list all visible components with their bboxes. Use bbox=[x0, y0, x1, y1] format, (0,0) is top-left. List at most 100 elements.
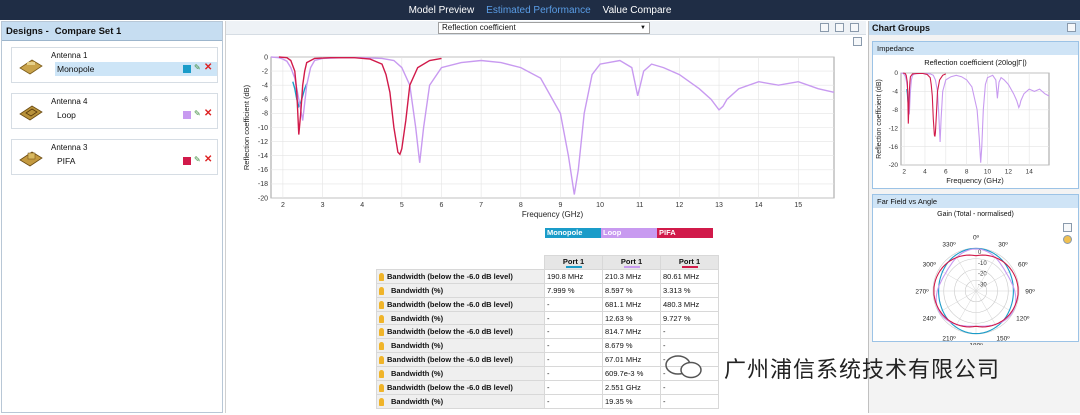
polar-gain-chart: 0-10-20-300º30º60º90º120º150º180º210º240… bbox=[915, 235, 1035, 346]
x-tick-label: 14 bbox=[755, 202, 763, 209]
lightbulb-icon[interactable] bbox=[379, 300, 384, 309]
lightbulb-icon[interactable] bbox=[379, 286, 384, 295]
lightbulb-icon[interactable] bbox=[379, 397, 384, 406]
x-tick-label: 10 bbox=[596, 202, 604, 209]
lightbulb-icon[interactable] bbox=[379, 328, 384, 337]
y-tick-label: -20 bbox=[889, 162, 899, 169]
design-name-row[interactable]: PIFA ✎ ✕ bbox=[55, 154, 217, 168]
row-label-text: Bandwidth (%) bbox=[391, 341, 444, 351]
reflection-coefficient-chart[interactable]: 2 3 4 5 6 7 8 9 10 11 12 13 14 15 0 -2 -4 -6 -8 -10 -12 -14 -1… bbox=[226, 51, 866, 251]
row-label: Bandwidth (below the -6.0 dB level) bbox=[376, 296, 545, 312]
antenna-label: Antenna 1 bbox=[51, 51, 88, 60]
polar-spoke bbox=[954, 253, 977, 292]
view-tabs: Model Preview Estimated Performance Valu… bbox=[0, 0, 1080, 20]
table-cell: - bbox=[544, 380, 603, 395]
row-label-text: Bandwidth (below the -6.0 dB level) bbox=[387, 382, 513, 392]
lightbulb-icon[interactable] bbox=[379, 370, 384, 379]
quantity-dropdown-value: Reflection coefficient bbox=[442, 23, 516, 32]
table-cell: - bbox=[544, 310, 603, 326]
lightbulb-icon[interactable] bbox=[379, 314, 384, 323]
table-cell: - bbox=[660, 380, 719, 395]
mini-reflection-chart: 2 4 6 8 10 12 14 0 -4 -8 -12 -16 -20 Frequency (GHz) R… bbox=[876, 70, 1050, 185]
edit-pencil-icon[interactable]: ✎ bbox=[194, 155, 201, 164]
color-swatch[interactable] bbox=[183, 157, 191, 165]
y-tick-label: -14 bbox=[258, 153, 268, 160]
x-tick-label: 11 bbox=[636, 202, 643, 209]
column-header: Port 1 bbox=[602, 255, 661, 270]
chart-group-impedance[interactable]: Impedance Reflection coefficient (20log|… bbox=[872, 41, 1079, 189]
y-tick-label: -2 bbox=[262, 68, 268, 75]
watermark-text: 广州浦信系统技术有限公司 bbox=[724, 357, 1001, 382]
table-row: Bandwidth (%) -19.35 % - bbox=[376, 393, 719, 409]
design-card-pifa[interactable]: Antenna 3 PIFA ✎ ✕ bbox=[11, 139, 218, 175]
antenna-thumbnail-icon bbox=[19, 105, 43, 121]
lightbulb-icon[interactable] bbox=[379, 383, 384, 392]
color-swatch[interactable] bbox=[183, 65, 191, 73]
lightbulb-icon[interactable] bbox=[379, 356, 384, 365]
series-underline bbox=[565, 266, 582, 268]
settings-icon[interactable] bbox=[1067, 23, 1076, 32]
y-tick-label: -6 bbox=[262, 97, 268, 104]
design-name-row[interactable]: Monopole ✎ ✕ bbox=[55, 62, 217, 76]
table-cell: 190.8 MHz bbox=[544, 268, 603, 284]
group-title: Impedance bbox=[873, 42, 1078, 55]
design-card-loop[interactable]: Antenna 4 Loop ✎ ✕ bbox=[11, 93, 218, 129]
row-label-text: Bandwidth (%) bbox=[391, 369, 444, 379]
remove-x-icon[interactable]: ✕ bbox=[204, 154, 212, 165]
copy-icon[interactable] bbox=[820, 23, 829, 32]
x-tick-label: 10 bbox=[984, 169, 992, 176]
table-cell: - bbox=[544, 366, 603, 382]
chevron-down-icon: ▼ bbox=[640, 25, 646, 31]
polar-spoke bbox=[975, 290, 998, 329]
edit-pencil-icon[interactable]: ✎ bbox=[194, 63, 201, 72]
design-name: PIFA bbox=[57, 156, 76, 166]
x-tick-label: 2 bbox=[902, 169, 906, 176]
edit-pencil-icon[interactable]: ✎ bbox=[194, 109, 201, 118]
table-cell: - bbox=[660, 338, 719, 354]
remove-x-icon[interactable]: ✕ bbox=[204, 62, 212, 73]
table-cell: 480.3 MHz bbox=[660, 296, 719, 312]
table-corner bbox=[376, 255, 545, 270]
color-swatch[interactable] bbox=[183, 111, 191, 119]
antenna-label: Antenna 3 bbox=[51, 143, 88, 152]
lightbulb-icon[interactable] bbox=[379, 342, 384, 351]
remove-x-icon[interactable]: ✕ bbox=[204, 108, 212, 119]
tab-value-compare[interactable]: Value Compare bbox=[603, 5, 672, 16]
group-title: Far Field vs Angle bbox=[873, 195, 1078, 208]
table-row: Bandwidth (below the -6.0 dB level) 190.8… bbox=[376, 268, 719, 284]
tab-model-preview[interactable]: Model Preview bbox=[409, 5, 475, 16]
design-name-row[interactable]: Loop ✎ ✕ bbox=[55, 108, 217, 122]
chart-groups-header: Chart Groups bbox=[869, 21, 1080, 35]
chart-legend: Monopole Loop PIFA bbox=[545, 228, 713, 238]
table-cell: - bbox=[544, 324, 603, 340]
polar-spoke bbox=[954, 290, 977, 329]
row-label-text: Bandwidth (below the -6.0 dB level) bbox=[387, 271, 513, 281]
column-header: Port 1 bbox=[544, 255, 603, 270]
x-tick-label: 15 bbox=[794, 202, 802, 209]
column-header-label: Port 1 bbox=[562, 257, 585, 267]
x-axis-label: Frequency (GHz) bbox=[946, 176, 1004, 185]
chart-group-far-field[interactable]: Far Field vs Angle Gain (Total - normali… bbox=[872, 194, 1079, 346]
polar-angle-label: 90º bbox=[1025, 289, 1035, 296]
series-underline bbox=[623, 266, 640, 268]
zoom-icon[interactable] bbox=[853, 37, 862, 46]
row-label-text: Bandwidth (%) bbox=[391, 396, 444, 406]
x-tick-label: 6 bbox=[440, 202, 444, 209]
antenna-thumbnail-icon bbox=[19, 151, 43, 167]
layout-icon[interactable] bbox=[850, 23, 859, 32]
lightbulb-icon[interactable] bbox=[379, 272, 384, 281]
plot-area bbox=[900, 72, 1050, 166]
tab-estimated-performance[interactable]: Estimated Performance bbox=[486, 5, 591, 16]
row-label-text: Bandwidth (%) bbox=[391, 313, 444, 323]
compare-set-name[interactable]: Compare Set 1 bbox=[55, 26, 122, 37]
row-label: Bandwidth (%) bbox=[376, 366, 545, 382]
design-card-monopole[interactable]: Antenna 1 Monopole ✎ ✕ bbox=[11, 47, 218, 83]
quantity-dropdown[interactable]: Reflection coefficient ▼ bbox=[438, 22, 650, 34]
export-icon[interactable] bbox=[835, 23, 844, 32]
column-header: Port 1 bbox=[660, 255, 719, 270]
table-header-row: Port 1 Port 1 Port 1 bbox=[376, 255, 719, 270]
chart-toolbar: Reflection coefficient ▼ bbox=[226, 21, 866, 35]
table-row: Bandwidth (below the -6.0 dB level) -681.… bbox=[376, 296, 719, 312]
x-tick-label: 5 bbox=[400, 202, 404, 209]
polar-angle-label: 120º bbox=[1016, 316, 1030, 323]
